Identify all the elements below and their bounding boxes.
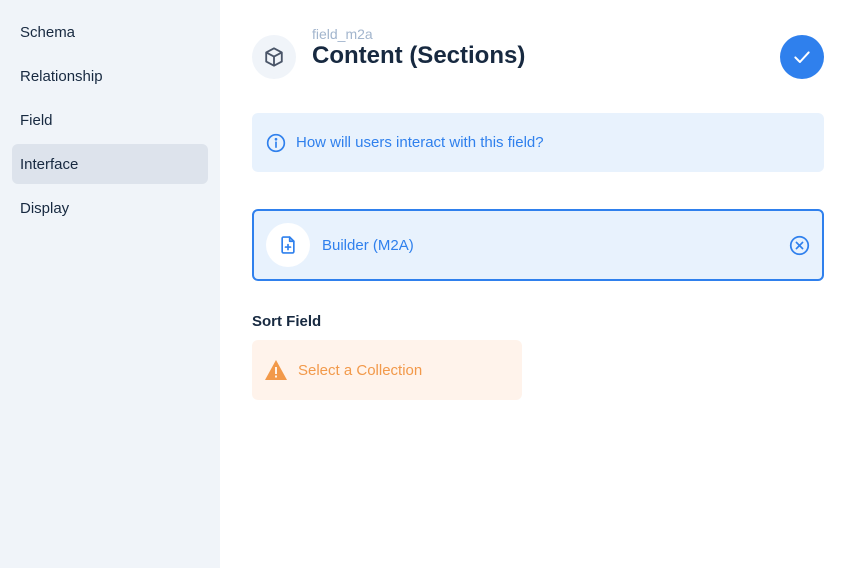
- info-icon: [266, 133, 286, 152]
- sidebar-item-schema[interactable]: Schema: [12, 12, 208, 52]
- selected-interface-card[interactable]: Builder (M2A): [252, 209, 824, 281]
- sidebar-item-field[interactable]: Field: [12, 100, 208, 140]
- box-icon: [252, 35, 296, 79]
- sidebar-item-label: Interface: [20, 155, 79, 173]
- warning-icon: [265, 360, 287, 380]
- save-button[interactable]: [780, 35, 824, 79]
- file-plus-icon: [266, 223, 310, 267]
- sidebar-item-label: Field: [20, 111, 53, 129]
- notice-text: How will users interact with this field?: [296, 134, 544, 151]
- field-key: field_m2a: [312, 26, 373, 42]
- check-icon: [794, 51, 810, 63]
- interface-label: Builder (M2A): [322, 236, 414, 254]
- sidebar-item-label: Schema: [20, 23, 76, 41]
- sort-field-warning: Select a Collection: [252, 340, 522, 400]
- sidebar-item-display[interactable]: Display: [12, 188, 208, 228]
- close-circle-icon[interactable]: [788, 234, 810, 256]
- sidebar-item-interface[interactable]: Interface: [12, 144, 208, 184]
- page-title: Content (Sections): [312, 42, 526, 69]
- sidebar-item-label: Display: [20, 199, 70, 217]
- info-notice: How will users interact with this field?: [252, 113, 824, 172]
- warning-text: Select a Collection: [298, 361, 423, 379]
- sidebar: Schema Relationship Field Interface Disp…: [0, 0, 220, 568]
- sidebar-item-label: Relationship: [20, 67, 103, 85]
- sort-field-label: Sort Field: [252, 313, 322, 330]
- main-panel: field_m2a Content (Sections) How will us…: [220, 0, 855, 568]
- sidebar-item-relationship[interactable]: Relationship: [12, 56, 208, 96]
